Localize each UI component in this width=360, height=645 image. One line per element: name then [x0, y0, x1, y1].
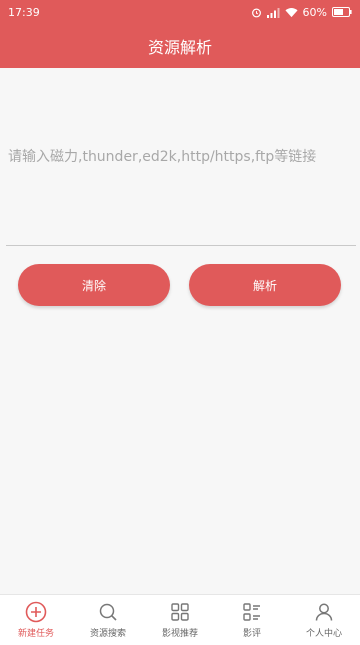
user-icon — [313, 601, 335, 623]
tab-profile[interactable]: 个人中心 — [288, 595, 360, 645]
parse-button[interactable]: 解析 — [189, 264, 341, 306]
tab-label: 个人中心 — [305, 629, 342, 639]
main-content: 清除 解析 — [0, 68, 360, 594]
search-icon — [97, 601, 119, 623]
tab-movie-recommend[interactable]: 影视推荐 — [144, 595, 216, 645]
signal-icon — [266, 7, 280, 18]
alarm-icon — [251, 7, 262, 18]
app-header: 资源解析 — [0, 24, 360, 68]
battery-icon — [332, 7, 352, 17]
status-time: 17:39 — [8, 5, 40, 19]
bottom-tab-bar: 新建任务 资源搜索 影视推荐 影评 个人中心 — [0, 594, 360, 645]
link-input[interactable] — [6, 138, 356, 246]
page-title: 资源解析 — [147, 38, 212, 57]
tab-label: 影评 — [242, 629, 261, 639]
tab-label: 资源搜索 — [89, 629, 126, 639]
tab-label: 影视推荐 — [161, 629, 198, 639]
clear-button[interactable]: 清除 — [18, 264, 170, 306]
wifi-icon — [285, 7, 298, 18]
tab-new-task[interactable]: 新建任务 — [0, 595, 72, 645]
grid-icon — [169, 601, 191, 623]
tab-label: 新建任务 — [17, 629, 54, 639]
list-icon — [241, 601, 263, 623]
tab-resource-search[interactable]: 资源搜索 — [72, 595, 144, 645]
tab-reviews[interactable]: 影评 — [216, 595, 288, 645]
status-indicators: 60% — [251, 6, 352, 19]
battery-percent: 60% — [302, 5, 327, 19]
plus-circle-icon — [25, 601, 47, 623]
status-bar: 17:39 60% — [0, 0, 360, 24]
